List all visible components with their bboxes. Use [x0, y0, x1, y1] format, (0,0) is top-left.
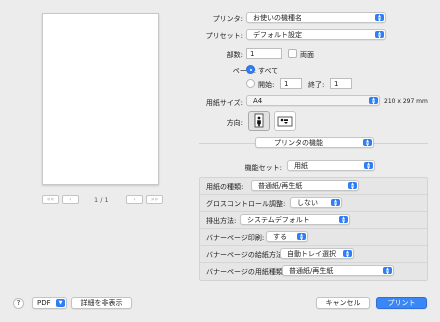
banner-source-label: バナーページの給紙方法: — [206, 251, 286, 259]
paper-dimensions: 210 x 297 mm — [384, 98, 428, 105]
portrait-icon — [254, 113, 264, 128]
pages-to-field[interactable]: 1 — [330, 78, 352, 89]
paper-size-label: 用紙サイズ: — [205, 99, 243, 107]
pages-from-field[interactable]: 1 — [280, 78, 302, 89]
copies-field[interactable]: 1 — [246, 48, 282, 59]
pdf-label: PDF — [37, 299, 51, 307]
up-down-arrows-icon: ▲ ▼ — [375, 14, 384, 21]
landscape-orientation-button[interactable] — [274, 111, 296, 131]
banner-source-value: 自動トレイ選択 — [287, 250, 336, 258]
print-button[interactable]: プリント — [376, 297, 427, 309]
section-value: プリンタの機能 — [274, 139, 323, 147]
pages-to-label: 終了: — [308, 81, 325, 89]
up-down-arrows-icon: ▲ ▼ — [331, 199, 340, 206]
portrait-orientation-button[interactable] — [248, 111, 270, 131]
hide-details-button[interactable]: 詳細を非表示 — [71, 297, 132, 309]
duplex-checkbox[interactable] — [288, 49, 297, 58]
pages-all-label: すべて — [258, 67, 279, 75]
row-separator — [200, 194, 427, 195]
banner-type-select[interactable]: 普通紙/再生紙 ▲ ▼ — [282, 265, 394, 276]
pages-all-radio[interactable] — [246, 65, 255, 74]
printer-value: お使いの機種名 — [253, 14, 302, 22]
row-separator — [200, 228, 427, 229]
preset-select[interactable]: デフォルト設定 ▲ ▼ — [246, 29, 386, 40]
pages-from-label: 開始: — [258, 81, 275, 89]
paper-size-value: A4 — [253, 97, 263, 105]
paper-type-label: 用紙の種類: — [206, 183, 244, 191]
printer-select[interactable]: お使いの機種名 ▲ ▼ — [246, 12, 386, 23]
page-indicator: 1 / 1 — [94, 196, 109, 204]
paper-size-select[interactable]: A4 ▲ ▼ — [246, 95, 380, 106]
first-page-button[interactable]: «« — [42, 195, 59, 204]
feature-set-select[interactable]: 用紙 ▲ ▼ — [287, 160, 375, 171]
paper-type-value: 普通紙/再生紙 — [258, 182, 303, 190]
up-down-arrows-icon: ▲ ▼ — [364, 162, 373, 169]
printer-label: プリンタ: — [212, 15, 243, 23]
output-select[interactable]: システムデフォルト ▲ ▼ — [240, 214, 350, 225]
up-down-arrows-icon: ▲ ▼ — [297, 233, 306, 240]
preset-label: プリセット: — [205, 32, 243, 40]
paper-type-select[interactable]: 普通紙/再生紙 ▲ ▼ — [251, 180, 359, 191]
up-down-arrows-icon: ▲ ▼ — [363, 139, 372, 146]
banner-print-select[interactable]: する ▲ ▼ — [266, 231, 308, 242]
gloss-select[interactable]: しない ▲ ▼ — [290, 197, 342, 208]
print-preview — [42, 13, 159, 185]
section-select[interactable]: プリンタの機能 ▲ ▼ — [255, 137, 374, 148]
row-separator — [200, 211, 427, 212]
up-down-arrows-icon: ▲ ▼ — [348, 182, 357, 189]
copies-label: 部数: — [226, 51, 243, 59]
previous-page-button[interactable]: ‹ — [62, 195, 79, 204]
orientation-label: 方向: — [226, 119, 243, 127]
up-down-arrows-icon: ▲ ▼ — [343, 250, 352, 257]
preset-value: デフォルト設定 — [253, 31, 302, 39]
up-down-arrows-icon: ▲ ▼ — [375, 31, 384, 38]
up-down-arrows-icon: ▲ ▼ — [383, 267, 392, 274]
feature-set-label: 機能セット: — [244, 164, 282, 172]
output-value: システムデフォルト — [247, 216, 310, 224]
help-button[interactable]: ? — [13, 298, 24, 309]
banner-type-value: 普通紙/再生紙 — [289, 267, 334, 275]
pages-to-value: 1 — [334, 80, 339, 88]
up-down-arrows-icon: ▲ ▼ — [369, 97, 378, 104]
pages-range-radio[interactable] — [246, 79, 255, 88]
feature-set-value: 用紙 — [294, 162, 308, 170]
pdf-menu-button[interactable]: PDF ▼ — [32, 297, 67, 309]
pages-from-value: 1 — [284, 80, 289, 88]
row-separator — [200, 245, 427, 246]
cancel-button[interactable]: キャンセル — [316, 297, 370, 309]
banner-type-label: バナーページの用紙種類: — [206, 268, 286, 276]
chevron-down-icon: ▼ — [56, 299, 65, 307]
copies-value: 1 — [250, 50, 255, 58]
gloss-label: グロスコントロール調整: — [206, 200, 286, 208]
gloss-value: しない — [297, 199, 318, 207]
next-page-button[interactable]: › — [126, 195, 143, 204]
row-separator — [200, 262, 427, 263]
banner-source-select[interactable]: 自動トレイ選択 ▲ ▼ — [280, 248, 354, 259]
last-page-button[interactable]: »» — [146, 195, 163, 204]
output-label: 排出方法: — [206, 217, 237, 225]
banner-print-label: バナーページ印刷: — [206, 234, 265, 242]
landscape-icon — [277, 116, 293, 127]
up-down-arrows-icon: ▲ ▼ — [339, 216, 348, 223]
banner-print-value: する — [273, 233, 287, 241]
duplex-label: 両面 — [300, 51, 314, 59]
